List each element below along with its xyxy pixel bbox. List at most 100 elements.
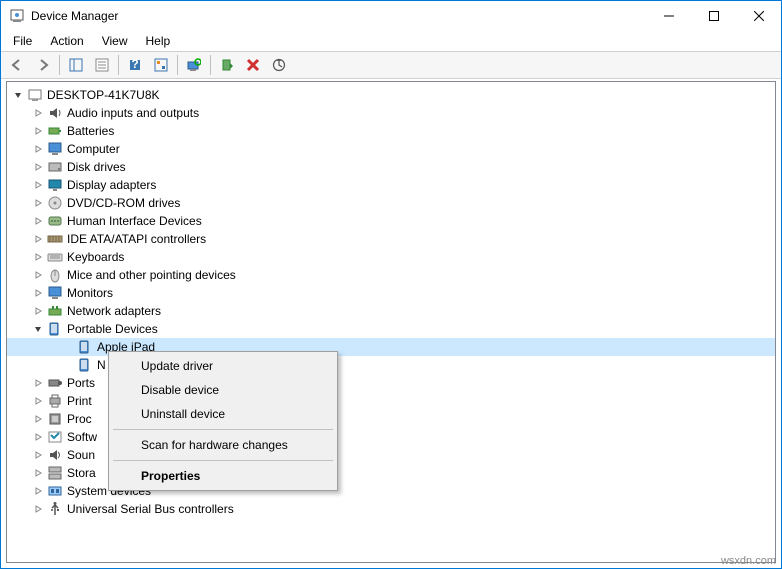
watermark: wsxdn.com (721, 555, 776, 567)
context-menu-item[interactable]: Uninstall device (111, 402, 335, 426)
usb-icon (47, 501, 63, 517)
scan-hardware-button[interactable] (182, 54, 206, 76)
tree-label: N (97, 358, 106, 372)
expand-icon[interactable] (31, 448, 45, 462)
enable-button[interactable] (215, 54, 239, 76)
expand-icon[interactable] (11, 88, 25, 102)
expand-icon[interactable] (31, 502, 45, 516)
menu-file[interactable]: File (5, 32, 40, 50)
tree-label: DESKTOP-41K7U8K (47, 88, 160, 102)
tree-category[interactable]: DVD/CD-ROM drives (7, 194, 775, 212)
expand-icon[interactable] (31, 196, 45, 210)
context-menu-separator (113, 429, 333, 430)
menubar: File Action View Help (1, 31, 781, 51)
ide-icon (47, 231, 63, 247)
keyboard-icon (47, 249, 63, 265)
expand-icon[interactable] (31, 322, 45, 336)
root-icon (27, 87, 43, 103)
tree-category[interactable]: Mice and other pointing devices (7, 266, 775, 284)
minimize-button[interactable] (646, 2, 691, 31)
battery-icon (47, 123, 63, 139)
expand-icon[interactable] (31, 178, 45, 192)
tree-category[interactable]: Human Interface Devices (7, 212, 775, 230)
tree-label: Ports (67, 376, 95, 390)
portable-icon (77, 339, 93, 355)
close-button[interactable] (736, 2, 781, 31)
tree-label: Audio inputs and outputs (67, 106, 199, 120)
expand-icon[interactable] (61, 358, 75, 372)
computer-icon (47, 141, 63, 157)
toolbar-sep (59, 55, 60, 75)
system-icon (47, 483, 63, 499)
tree-root[interactable]: DESKTOP-41K7U8K (7, 86, 775, 104)
expand-icon[interactable] (31, 250, 45, 264)
tree-category[interactable]: Monitors (7, 284, 775, 302)
context-menu: Update driverDisable deviceUninstall dev… (108, 351, 338, 491)
expand-icon[interactable] (31, 214, 45, 228)
print-icon (47, 393, 63, 409)
toolbar: ? (1, 51, 781, 79)
toolbar-sep (177, 55, 178, 75)
expand-icon[interactable] (31, 160, 45, 174)
window-title: Device Manager (31, 9, 646, 23)
forward-button[interactable] (31, 54, 55, 76)
expand-icon[interactable] (31, 106, 45, 120)
toolbar-sep (118, 55, 119, 75)
tree-category[interactable]: Portable Devices (7, 320, 775, 338)
menu-help[interactable]: Help (138, 32, 179, 50)
maximize-button[interactable] (691, 2, 736, 31)
tree-category[interactable]: Keyboards (7, 248, 775, 266)
context-menu-item[interactable]: Properties (111, 464, 335, 488)
tree-label: Portable Devices (67, 322, 158, 336)
expand-icon[interactable] (31, 376, 45, 390)
help-button[interactable]: ? (123, 54, 147, 76)
properties-button[interactable] (90, 54, 114, 76)
expand-icon[interactable] (31, 466, 45, 480)
tree-category[interactable]: Display adapters (7, 176, 775, 194)
tree-label: Keyboards (67, 250, 124, 264)
tree-category[interactable]: Batteries (7, 122, 775, 140)
context-menu-item[interactable]: Disable device (111, 378, 335, 402)
expand-icon[interactable] (31, 394, 45, 408)
expand-icon[interactable] (31, 232, 45, 246)
audio-icon (47, 105, 63, 121)
mouse-icon (47, 267, 63, 283)
context-menu-item[interactable]: Update driver (111, 354, 335, 378)
tree-category[interactable]: IDE ATA/ATAPI controllers (7, 230, 775, 248)
app-icon (9, 8, 25, 24)
tree-label: Disk drives (67, 160, 126, 174)
expand-icon[interactable] (31, 286, 45, 300)
back-button[interactable] (5, 54, 29, 76)
menu-action[interactable]: Action (42, 32, 91, 50)
menu-view[interactable]: View (94, 32, 136, 50)
tree-label: Stora (67, 466, 96, 480)
tree-label: Proc (67, 412, 92, 426)
soft-icon (47, 429, 63, 445)
tree-category[interactable]: Network adapters (7, 302, 775, 320)
show-hide-tree-button[interactable] (64, 54, 88, 76)
expand-icon[interactable] (31, 268, 45, 282)
display-icon (47, 177, 63, 193)
context-menu-item[interactable]: Scan for hardware changes (111, 433, 335, 457)
expand-icon[interactable] (31, 124, 45, 138)
expand-icon[interactable] (31, 412, 45, 426)
tree-category[interactable]: Computer (7, 140, 775, 158)
tree-category[interactable]: Universal Serial Bus controllers (7, 500, 775, 518)
tree-category[interactable]: Disk drives (7, 158, 775, 176)
expand-icon[interactable] (61, 340, 75, 354)
uninstall-button[interactable] (241, 54, 265, 76)
tree-label: DVD/CD-ROM drives (67, 196, 180, 210)
storage-icon (47, 465, 63, 481)
tree-category[interactable]: Audio inputs and outputs (7, 104, 775, 122)
portable-icon (77, 357, 93, 373)
update-driver-button[interactable] (267, 54, 291, 76)
tree-label: Display adapters (67, 178, 156, 192)
tree-label: Human Interface Devices (67, 214, 202, 228)
titlebar: Device Manager (1, 1, 781, 31)
expand-icon[interactable] (31, 142, 45, 156)
expand-icon[interactable] (31, 430, 45, 444)
tree-label: Computer (67, 142, 120, 156)
expand-icon[interactable] (31, 484, 45, 498)
expand-icon[interactable] (31, 304, 45, 318)
options-button[interactable] (149, 54, 173, 76)
